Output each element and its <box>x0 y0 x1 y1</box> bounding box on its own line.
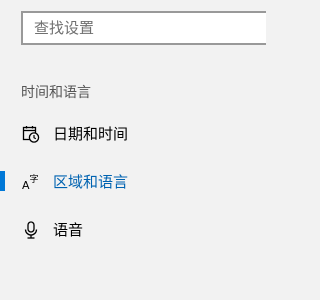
search-box[interactable] <box>21 11 266 45</box>
nav-item-label: 区域和语言 <box>53 173 129 191</box>
section-header: 时间和语言 <box>21 85 91 101</box>
nav-item-label: 日期和时间 <box>53 125 129 143</box>
nav-item-date-time[interactable]: 日期和时间 <box>0 113 266 153</box>
nav-item-speech[interactable]: 语音 <box>0 209 266 249</box>
search-input[interactable] <box>23 13 266 43</box>
svg-text:字: 字 <box>30 173 39 185</box>
navigation-pane: 时间和语言 日期和时间 A 字 区域和语言 语音 <box>0 0 266 300</box>
calendar-clock-icon <box>22 126 40 143</box>
selection-indicator <box>0 171 5 191</box>
language-icon: A 字 <box>22 173 39 191</box>
nav-item-label: 语音 <box>53 221 84 239</box>
microphone-icon <box>24 221 38 239</box>
nav-item-region-language[interactable]: A 字 区域和语言 <box>0 161 266 201</box>
